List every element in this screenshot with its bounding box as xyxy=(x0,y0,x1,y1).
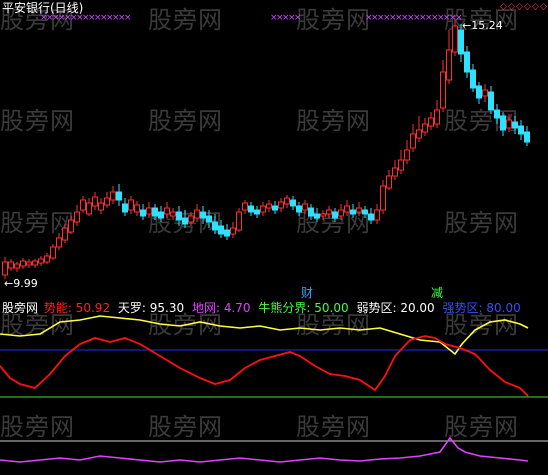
arrow-left-icon: ← xyxy=(462,19,472,32)
indicator-niuxiong: 牛熊分界: 50.00 xyxy=(258,301,349,315)
site-label: 股旁网 xyxy=(2,301,39,315)
window-title: 平安银行(日线) xyxy=(2,1,84,15)
indicator-header: 股旁网 势能: 50.92 天罗: 95.30 地网: 4.70 牛熊分界: 5… xyxy=(2,301,521,315)
arrow-left-icon: ← xyxy=(4,277,14,290)
high-price-label: ←15.24 xyxy=(462,19,503,32)
indicator-qiangshi: 强势区: 80.00 xyxy=(442,301,521,315)
indicator-diwang: 地网: 4.70 xyxy=(191,301,251,315)
tianluo-line xyxy=(0,315,529,356)
signal-marker-jian[interactable]: 减 xyxy=(431,286,443,300)
dongneng-line xyxy=(0,335,529,397)
diwang-line xyxy=(0,436,529,463)
indicator-dongneng: 势能: 50.92 xyxy=(43,301,111,315)
signal-marker-cai[interactable]: 财 xyxy=(301,286,313,300)
low-price-label: ←9.99 xyxy=(4,277,38,290)
chart-window: 股旁网 股旁网 股旁网 股旁网 股旁网 股旁网 股旁网 股旁网 股旁网 股旁网 … xyxy=(0,0,548,475)
indicator-ruoshi: 弱势区: 20.00 xyxy=(356,301,435,315)
indicator-chart[interactable] xyxy=(0,0,548,475)
indicator-tianluo: 天罗: 95.30 xyxy=(117,301,185,315)
